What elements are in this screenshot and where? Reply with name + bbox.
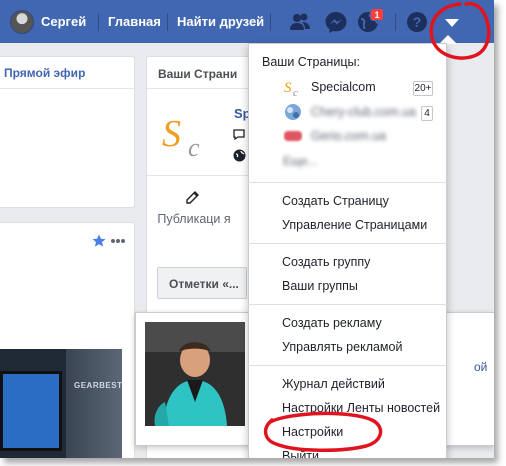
divider: [146, 175, 262, 176]
avatar[interactable]: [10, 10, 34, 34]
menu-item-your-groups[interactable]: Ваши группы: [282, 279, 358, 293]
page-notification-badge: 20+: [413, 81, 433, 96]
likes-button[interactable]: Отметки «...: [157, 267, 247, 299]
divider: [395, 13, 396, 31]
profile-link[interactable]: Сергей: [41, 14, 86, 29]
divider: [270, 13, 271, 31]
menu-item-create-ad[interactable]: Создать рекламу: [282, 316, 382, 330]
menu-item-manage-ads[interactable]: Управлять рекламой: [282, 340, 402, 354]
divider: [167, 13, 168, 31]
svg-text:c: c: [293, 87, 298, 98]
specialcom-page-icon: S c: [284, 80, 298, 98]
notification-count-badge: 1: [370, 8, 384, 21]
messenger-icon[interactable]: [324, 11, 348, 33]
menu-item-create-page[interactable]: Создать Страницу: [282, 194, 389, 208]
pencil-icon[interactable]: [185, 189, 201, 205]
chery-club-page-icon: [285, 104, 301, 120]
divider: [98, 13, 99, 31]
person-photo-illustration: [145, 322, 245, 426]
account-menu-arrow-icon[interactable]: [440, 11, 464, 33]
image-background: [66, 349, 122, 458]
your-pages-section-title: Ваши Страницы:: [262, 55, 360, 69]
menu-divider: [248, 243, 447, 244]
home-link[interactable]: Главная: [108, 14, 161, 29]
image-watermark-text: GEARBEST: [74, 381, 122, 390]
page-item-specialcom[interactable]: Specialcom: [311, 80, 376, 94]
star-icon[interactable]: [92, 234, 106, 248]
menu-item-manage-pages[interactable]: Управление Страницами: [282, 218, 427, 232]
more-options-icon[interactable]: [110, 238, 126, 244]
profile-photo[interactable]: [145, 322, 245, 426]
post-image[interactable]: GEARBEST: [0, 349, 122, 458]
live-video-link[interactable]: Прямой эфир: [4, 66, 85, 80]
friends-icon[interactable]: [288, 11, 312, 33]
menu-item-news-feed-settings[interactable]: Настройки Ленты новостей: [282, 401, 440, 415]
svg-text:S: S: [284, 80, 292, 96]
menu-item-activity-log[interactable]: Журнал действий: [282, 377, 385, 391]
svg-text:S: S: [162, 113, 181, 155]
menu-item-settings[interactable]: Настройки: [282, 425, 343, 439]
globe-icon: [233, 149, 246, 162]
menu-divider: [248, 365, 447, 366]
your-pages-header: Ваши Страни: [158, 67, 238, 81]
top-navigation-bar: Сергей Главная Найти друзей ?: [0, 0, 494, 43]
facebook-window: Сергей Главная Найти друзей ? 1 Прямой э…: [0, 0, 494, 458]
more-pages-link[interactable]: Еще...: [283, 154, 317, 168]
svg-text:?: ?: [413, 14, 422, 30]
gerio-page-icon: [284, 131, 302, 141]
svg-text:c: c: [188, 133, 200, 162]
divider: [0, 88, 134, 89]
specialcom-logo[interactable]: S c: [160, 112, 216, 162]
publish-button-label[interactable]: Публикаци я: [156, 211, 232, 228]
hover-card-link[interactable]: ой: [474, 360, 487, 374]
menu-item-create-group[interactable]: Создать группу: [282, 255, 370, 269]
laptop-screen: [0, 371, 62, 451]
page-notification-badge: 4: [421, 106, 433, 121]
find-friends-link[interactable]: Найти друзей: [177, 14, 264, 29]
menu-divider: [248, 304, 447, 305]
help-icon[interactable]: ?: [405, 11, 429, 33]
message-icon: [233, 129, 245, 140]
page-item-gerio[interactable]: Gerio.com.ua: [311, 129, 386, 143]
page-item-chery-club[interactable]: Chery-club.com.ua: [311, 105, 416, 119]
menu-item-logout[interactable]: Выйти: [282, 449, 319, 458]
menu-divider: [248, 182, 447, 183]
divider: [146, 88, 262, 89]
